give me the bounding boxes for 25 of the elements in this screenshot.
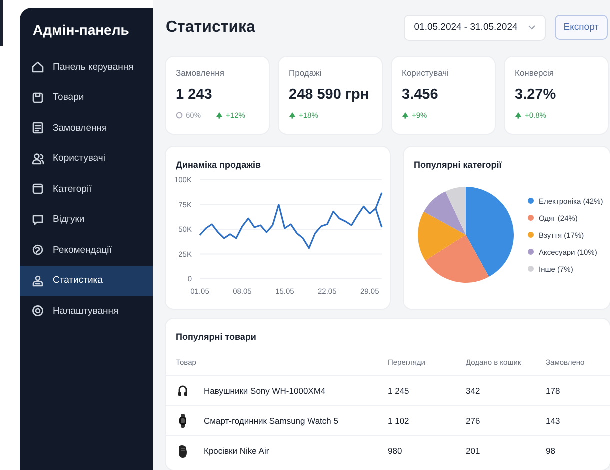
table-cell: 342 [466, 386, 480, 396]
app-title: Адмін-панель [32, 21, 130, 40]
table-title: Популярні товари [175, 331, 258, 344]
table-cell: 143 [546, 416, 560, 426]
chart-title: Популярні категорії [413, 159, 503, 172]
table-cell: 276 [466, 416, 480, 426]
table-cell: 980 [388, 446, 402, 456]
stat-value: 1 243 [176, 87, 214, 104]
product-name: Кросівки Nike Air [204, 446, 270, 456]
stat-label: Замовлення [176, 68, 226, 78]
chart-title: Динаміка продажів [175, 159, 262, 172]
table-cell: 201 [466, 446, 480, 456]
table-cell: 178 [546, 386, 560, 396]
product-name: Смарт-годинник Samsung Watch 5 [204, 416, 338, 426]
stat-value: 248 590 грн [289, 87, 370, 104]
table-cell: 98 [546, 446, 556, 456]
stat-label: Конверсія [515, 68, 555, 78]
stat-value: 3.456 [402, 87, 440, 104]
stat-label: Продажі [289, 68, 323, 78]
table-cell: 1 245 [388, 386, 410, 396]
stat-value: 3.27% [515, 87, 558, 104]
page-title: Статистика [166, 18, 256, 37]
product-name: Навушники Sony WH-1000XM4 [204, 386, 326, 396]
table-cell: 1 102 [388, 416, 410, 426]
stat-label: Користувачі [402, 68, 450, 78]
